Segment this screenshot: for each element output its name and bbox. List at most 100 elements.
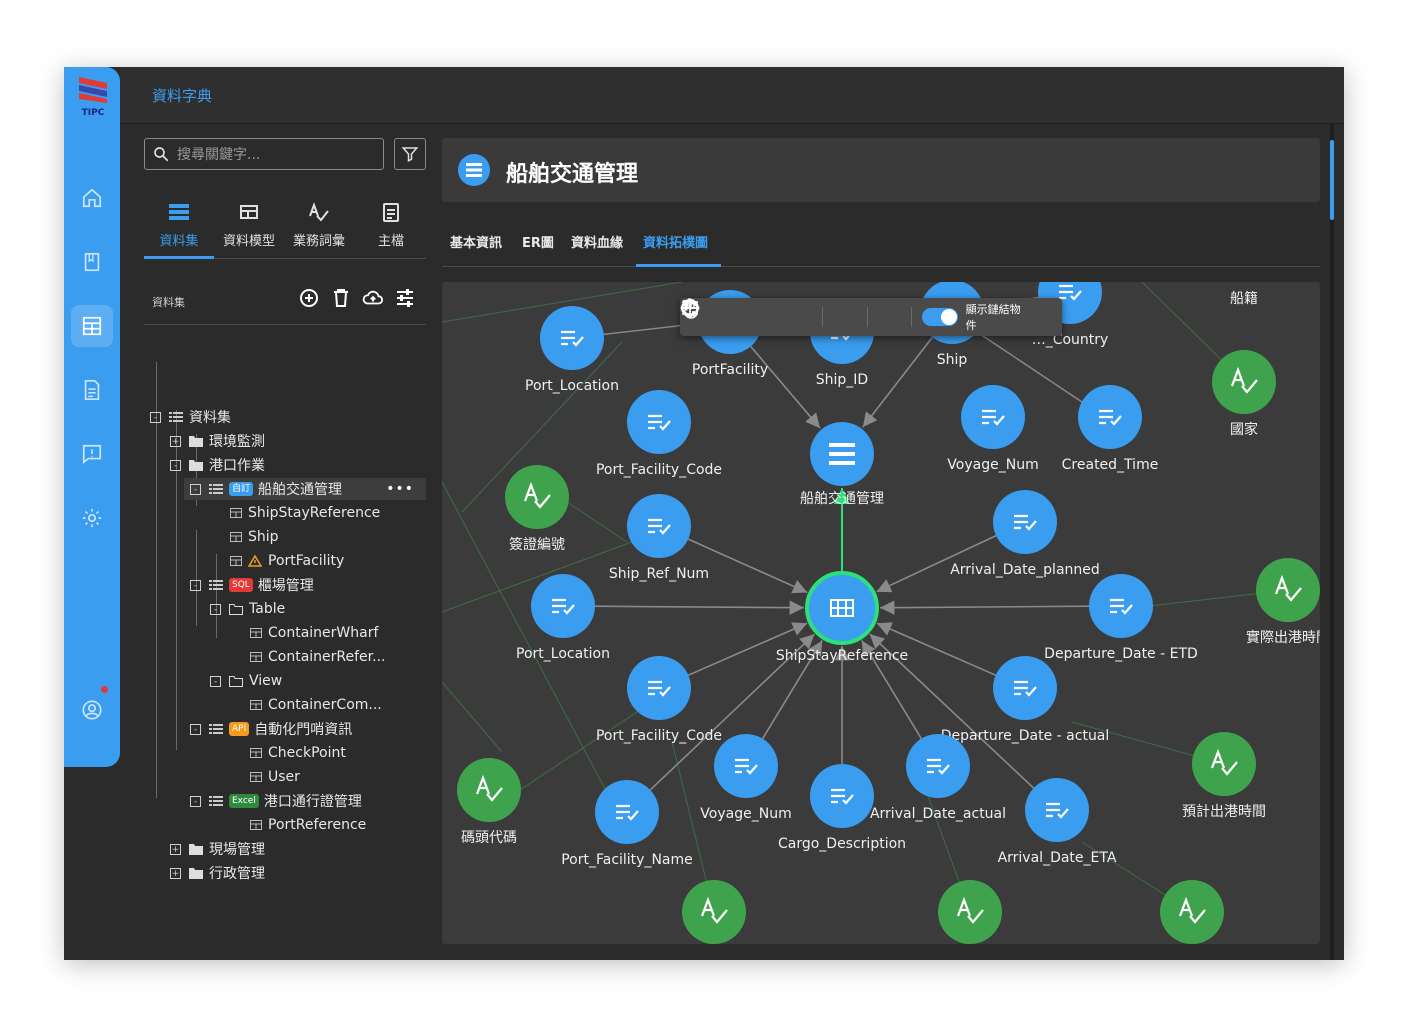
field-node-port-location-top[interactable] (540, 306, 604, 370)
tab-label: 資料模型 (222, 234, 275, 249)
field-node-arrival-actual[interactable] (906, 734, 970, 798)
settings-button[interactable] (394, 287, 416, 309)
graph-canvas[interactable]: Port_LocationPortFacilityShip_IDShip…_Co… (442, 282, 1320, 944)
tree-node-container-com[interactable]: ContainerCom... (250, 694, 382, 716)
tree-node-checkpoint[interactable]: CheckPoint (250, 742, 346, 764)
svg-text:TIPC: TIPC (82, 108, 105, 118)
nav-user[interactable] (71, 689, 113, 731)
tree-node-view-folder[interactable]: - View (210, 670, 282, 692)
term-node-g3[interactable] (1160, 880, 1224, 944)
tree-node-container-refer[interactable]: ContainerRefer... (250, 646, 386, 668)
tree-node-site[interactable]: + 現場管理 (170, 838, 265, 860)
tab-master-files[interactable]: 主檔 (356, 202, 426, 249)
zoom-in-button[interactable] (681, 299, 781, 329)
field-node-created-time[interactable] (1078, 385, 1142, 449)
nav-book[interactable] (71, 241, 113, 283)
collapse-icon[interactable]: - (190, 579, 201, 591)
search-input[interactable] (175, 139, 379, 171)
tab-data-lineage[interactable]: 資料血緣 (571, 232, 623, 251)
collapse-icon[interactable]: - (170, 459, 181, 471)
scrollbar[interactable] (1330, 124, 1334, 960)
tab-er-diagram[interactable]: ER圖 (522, 232, 554, 251)
upload-button[interactable] (362, 287, 384, 309)
nav-home[interactable] (71, 177, 113, 219)
tree-label: CheckPoint (268, 745, 346, 761)
collapse-icon[interactable]: - (190, 483, 201, 495)
pan-button[interactable] (681, 298, 750, 329)
field-node-voyage-num-top[interactable] (961, 385, 1025, 449)
tree-label: View (249, 673, 283, 689)
field-node-port-facility-name[interactable] (595, 780, 659, 844)
tree-node-ship-traffic[interactable]: - 自訂 船舶交通管理 ••• (184, 478, 426, 500)
tree-node-ship-stay[interactable]: ShipStayReference (230, 502, 380, 524)
nav-feedback[interactable] (71, 433, 113, 475)
term-node-visa-num[interactable] (505, 465, 569, 529)
tree-node-user[interactable]: User (250, 766, 300, 788)
tab-data-models[interactable]: 資料模型 (214, 202, 284, 249)
expand-icon[interactable]: + (170, 435, 181, 447)
scrollbar-thumb[interactable] (1330, 140, 1334, 220)
tree-node-yard[interactable]: - SQL 櫃場管理 (190, 574, 314, 596)
field-node-port-facility-code-top[interactable] (627, 390, 691, 454)
tree-node-port[interactable]: - 港口作業 (170, 454, 265, 476)
tab-topology[interactable]: 資料拓樸圖 (643, 232, 708, 251)
tree-node-ship[interactable]: Ship (230, 526, 279, 548)
node-label: Created_Time (1062, 457, 1159, 473)
filter-button[interactable] (394, 138, 426, 170)
tree-node-admin[interactable]: + 行政管理 (170, 862, 265, 884)
term-node-wharf-code[interactable] (457, 758, 521, 822)
field-node-voyage-num[interactable] (714, 734, 778, 798)
tab-datasets[interactable]: 資料集 (144, 202, 214, 249)
show-linked-toggle[interactable] (922, 308, 958, 326)
term-node-country-term[interactable] (1212, 350, 1276, 414)
tree-node-gate[interactable]: - API 自動化門哨資訊 (190, 718, 352, 740)
nav-dashboard[interactable] (71, 305, 113, 347)
term-node-g1[interactable] (682, 880, 746, 944)
tree-label: 行政管理 (209, 866, 265, 882)
expand-icon[interactable]: + (170, 843, 181, 855)
tree-node-container-wharf[interactable]: ContainerWharf (250, 622, 378, 644)
center-node[interactable] (805, 571, 879, 645)
tree-node-permit[interactable]: - Excel 港口通行證管理 (190, 790, 362, 812)
term-node-g2[interactable] (938, 880, 1002, 944)
field-node-arrival-planned[interactable] (993, 490, 1057, 554)
collapse-icon[interactable]: - (190, 795, 201, 807)
toolbar-dropdown[interactable] (682, 302, 1062, 329)
nav-document[interactable] (71, 369, 113, 411)
collapse-icon[interactable]: - (210, 603, 221, 615)
divider (911, 307, 913, 327)
adjust-button[interactable] (682, 299, 902, 329)
tree-node-table-folder[interactable]: - Table (210, 598, 285, 620)
tree-node-port-reference[interactable]: PortReference (250, 814, 366, 836)
field-node-port-location[interactable] (531, 574, 595, 638)
field-node-cargo-description[interactable] (810, 764, 874, 828)
active-tab-indicator (636, 264, 721, 267)
collapse-icon[interactable]: - (210, 675, 221, 687)
zoom-out-button[interactable] (681, 299, 813, 329)
divider (442, 266, 1320, 267)
node-label: 碼頭代碼 (461, 830, 517, 846)
tree-node-port-facility[interactable]: PortFacility (230, 550, 344, 572)
expand-icon[interactable]: + (170, 867, 181, 879)
field-node-departure-etd[interactable] (1089, 574, 1153, 638)
collapse-icon[interactable]: - (150, 411, 161, 423)
nav-settings[interactable] (71, 497, 113, 539)
field-node-departure-actual[interactable] (993, 656, 1057, 720)
collapse-icon[interactable]: - (190, 723, 201, 735)
document-icon (84, 380, 100, 400)
dataset-node[interactable] (810, 422, 874, 486)
term-node-actual-departure-term[interactable] (1256, 558, 1320, 622)
field-node-arrival-eta[interactable] (1025, 778, 1089, 842)
tab-basic-info[interactable]: 基本資訊 (450, 232, 502, 251)
term-node-planned-departure-term[interactable] (1192, 732, 1256, 796)
more-button[interactable]: ••• (386, 481, 414, 497)
topology-graph[interactable]: Port_Location PortFacility Ship_ID Ship …_Co… (442, 282, 1320, 944)
field-node-port-facility-code[interactable] (627, 656, 691, 720)
delete-button[interactable] (330, 287, 352, 309)
tree-node-root[interactable]: - 資料集 (150, 406, 231, 428)
add-button[interactable] (298, 287, 320, 309)
tab-business-terms[interactable]: 業務詞彙 (284, 202, 354, 249)
field-node-ship-ref-num[interactable] (627, 494, 691, 558)
refresh-button[interactable] (683, 300, 857, 329)
tree-node-env[interactable]: + 環境監測 (170, 430, 265, 452)
